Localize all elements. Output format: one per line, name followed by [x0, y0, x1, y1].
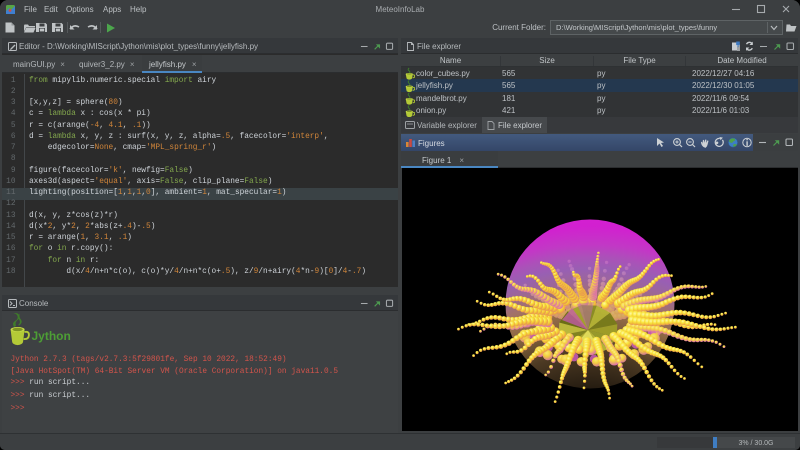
- svg-text:Jython: Jython: [32, 329, 71, 343]
